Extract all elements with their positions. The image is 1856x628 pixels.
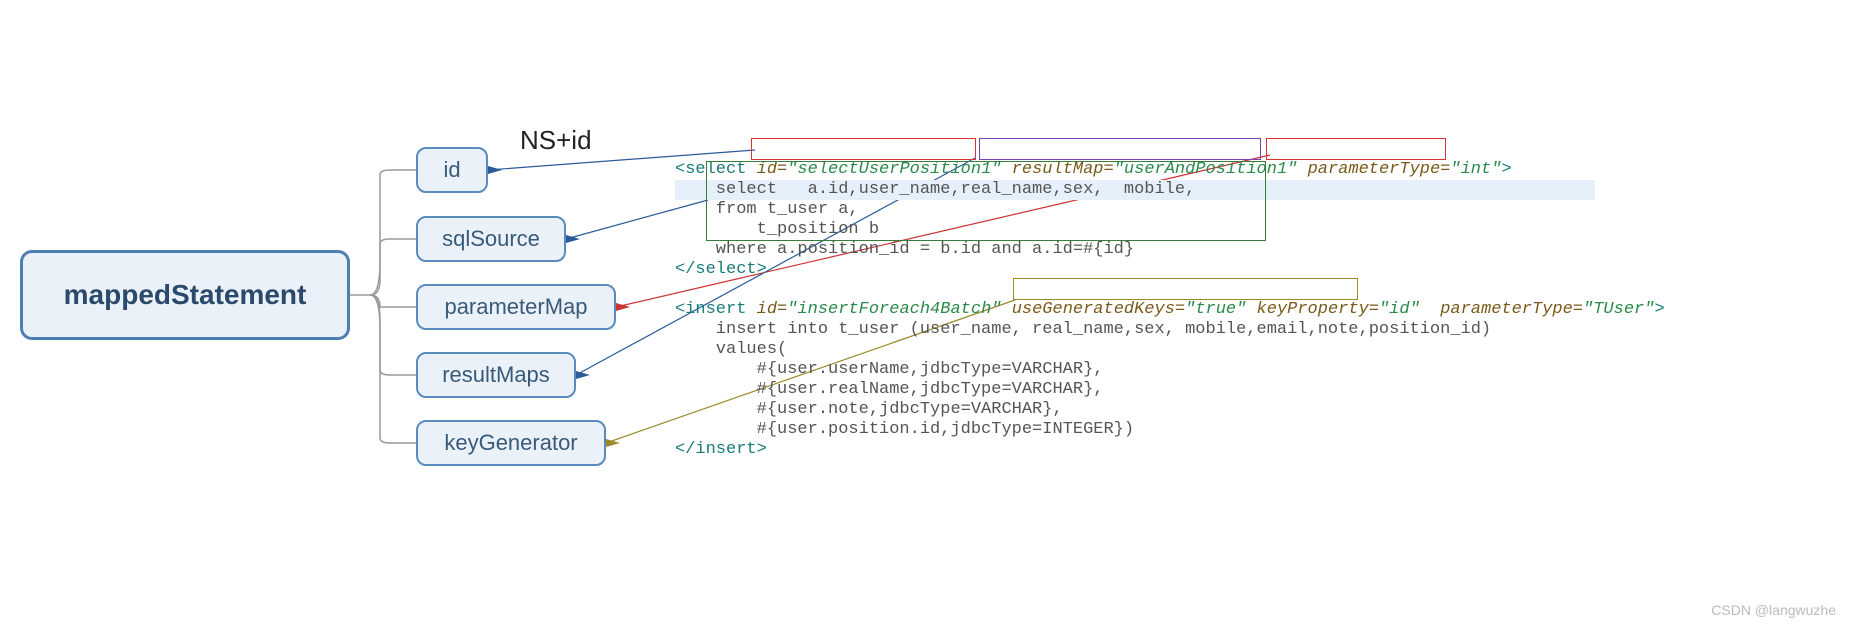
insert-body-5: #{user.note,jdbcType=VARCHAR}, <box>675 400 1063 419</box>
child-keygenerator: keyGenerator <box>416 420 606 466</box>
insert-id-attr: id= <box>757 300 788 319</box>
insert-usegen-attr: useGeneratedKeys= <box>1012 300 1185 319</box>
child-id: id <box>416 147 488 193</box>
insert-id-val: "insertForeach4Batch" <box>787 300 1001 319</box>
insert-body-4: #{user.realName,jdbcType=VARCHAR}, <box>675 380 1103 399</box>
insert-body-1: insert into t_user (user_name, real_name… <box>675 320 1491 339</box>
child-resultmaps-label: resultMaps <box>442 362 550 388</box>
child-sqlsource-label: sqlSource <box>442 226 540 252</box>
child-parametermap: parameterMap <box>416 284 616 330</box>
insert-keyprop-attr: keyProperty= <box>1257 300 1379 319</box>
hlbox-select-body <box>706 161 1266 241</box>
select-paramtype-val: "int" <box>1450 160 1501 179</box>
insert-paramtype-val: "TUser" <box>1583 300 1654 319</box>
insert-close-tag: </insert> <box>675 440 767 459</box>
child-keygenerator-label: keyGenerator <box>444 430 577 456</box>
insert-keyprop-val: "id" <box>1379 300 1420 319</box>
ns-id-label: NS+id <box>520 125 592 156</box>
hlbox-insert-usegen <box>1013 278 1358 300</box>
hlbox-select-paramtype <box>1266 138 1446 160</box>
insert-body-2: values( <box>675 340 787 359</box>
child-id-label: id <box>443 157 460 183</box>
insert-body-6: #{user.position.id,jdbcType=INTEGER}) <box>675 420 1134 439</box>
child-parametermap-label: parameterMap <box>444 294 587 320</box>
insert-usegen-val: "true" <box>1185 300 1246 319</box>
child-sqlsource: sqlSource <box>416 216 566 262</box>
hlbox-select-id <box>751 138 976 160</box>
insert-paramtype-attr: parameterType= <box>1440 300 1583 319</box>
root-mappedstatement: mappedStatement <box>20 250 350 340</box>
child-resultmaps: resultMaps <box>416 352 576 398</box>
insert-body-3: #{user.userName,jdbcType=VARCHAR}, <box>675 360 1103 379</box>
root-label: mappedStatement <box>64 279 307 311</box>
select-body-4: where a.position_id = b.id and a.id=#{id… <box>675 240 1134 259</box>
watermark: CSDN @langwuzhe <box>1711 602 1836 618</box>
select-paramtype-attr: parameterType= <box>1308 160 1451 179</box>
insert-open-tag: <insert <box>675 300 746 319</box>
select-close-tag: </select> <box>675 260 767 279</box>
hlbox-select-resultmap <box>979 138 1261 160</box>
